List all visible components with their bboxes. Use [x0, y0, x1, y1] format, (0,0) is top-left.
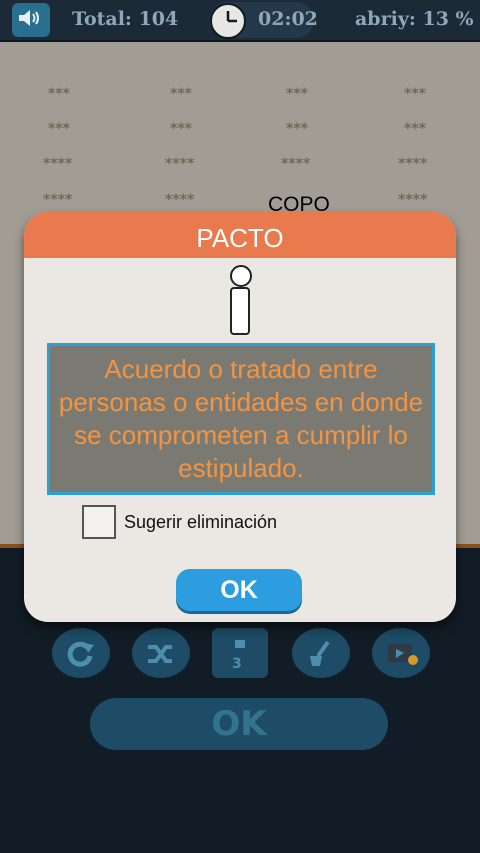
hidden-word[interactable]: ****	[165, 156, 194, 172]
hidden-word[interactable]: ****	[43, 192, 72, 208]
ok-button[interactable]: OK	[176, 569, 302, 611]
broom-button[interactable]	[292, 628, 350, 678]
total-label: Total: 104	[72, 8, 179, 30]
hidden-word[interactable]: ***	[48, 86, 70, 102]
top-bar: Total: 104 02:02 abriy: 13 %	[0, 0, 480, 42]
refresh-button[interactable]	[52, 628, 110, 678]
definition-box: Acuerdo o tratado entre personas o entid…	[47, 343, 435, 495]
timer-value: 02:02	[258, 8, 318, 30]
definition-dialog: PACTO Acuerdo o tratado entre personas o…	[24, 212, 456, 622]
speaker-icon	[17, 7, 45, 33]
hidden-word[interactable]: ***	[170, 121, 192, 137]
dialog-title: PACTO	[196, 223, 284, 253]
clock-icon	[210, 3, 246, 39]
sound-toggle-button[interactable]	[12, 3, 50, 37]
suggest-removal-checkbox[interactable]	[82, 505, 116, 539]
suggest-removal-row[interactable]: Sugerir eliminación	[82, 503, 277, 541]
hidden-word[interactable]: ***	[286, 86, 308, 102]
info-icon	[228, 265, 252, 335]
hidden-word[interactable]: ****	[281, 156, 310, 172]
hint-button[interactable]: 3	[212, 628, 268, 678]
hidden-word[interactable]: ***	[404, 86, 426, 102]
dialog-header: PACTO	[24, 212, 456, 258]
video-hint-button[interactable]	[372, 628, 430, 678]
hint-count: 3	[232, 656, 242, 672]
hidden-word[interactable]: ***	[404, 121, 426, 137]
shuffle-button[interactable]	[132, 628, 190, 678]
hidden-word[interactable]: ****	[398, 156, 427, 172]
hidden-word[interactable]: ****	[398, 192, 427, 208]
hidden-word[interactable]: ****	[43, 156, 72, 172]
progress-label: abriy: 13 %	[355, 8, 474, 30]
hidden-word[interactable]: ***	[170, 86, 192, 102]
hidden-word[interactable]: ***	[48, 121, 70, 137]
submit-button[interactable]: OK	[90, 698, 388, 750]
suggest-removal-label: Sugerir eliminación	[124, 511, 278, 532]
hidden-word[interactable]: ***	[286, 121, 308, 137]
hidden-word[interactable]: ****	[165, 192, 194, 208]
definition-text: Acuerdo o tratado entre personas o entid…	[58, 354, 424, 483]
